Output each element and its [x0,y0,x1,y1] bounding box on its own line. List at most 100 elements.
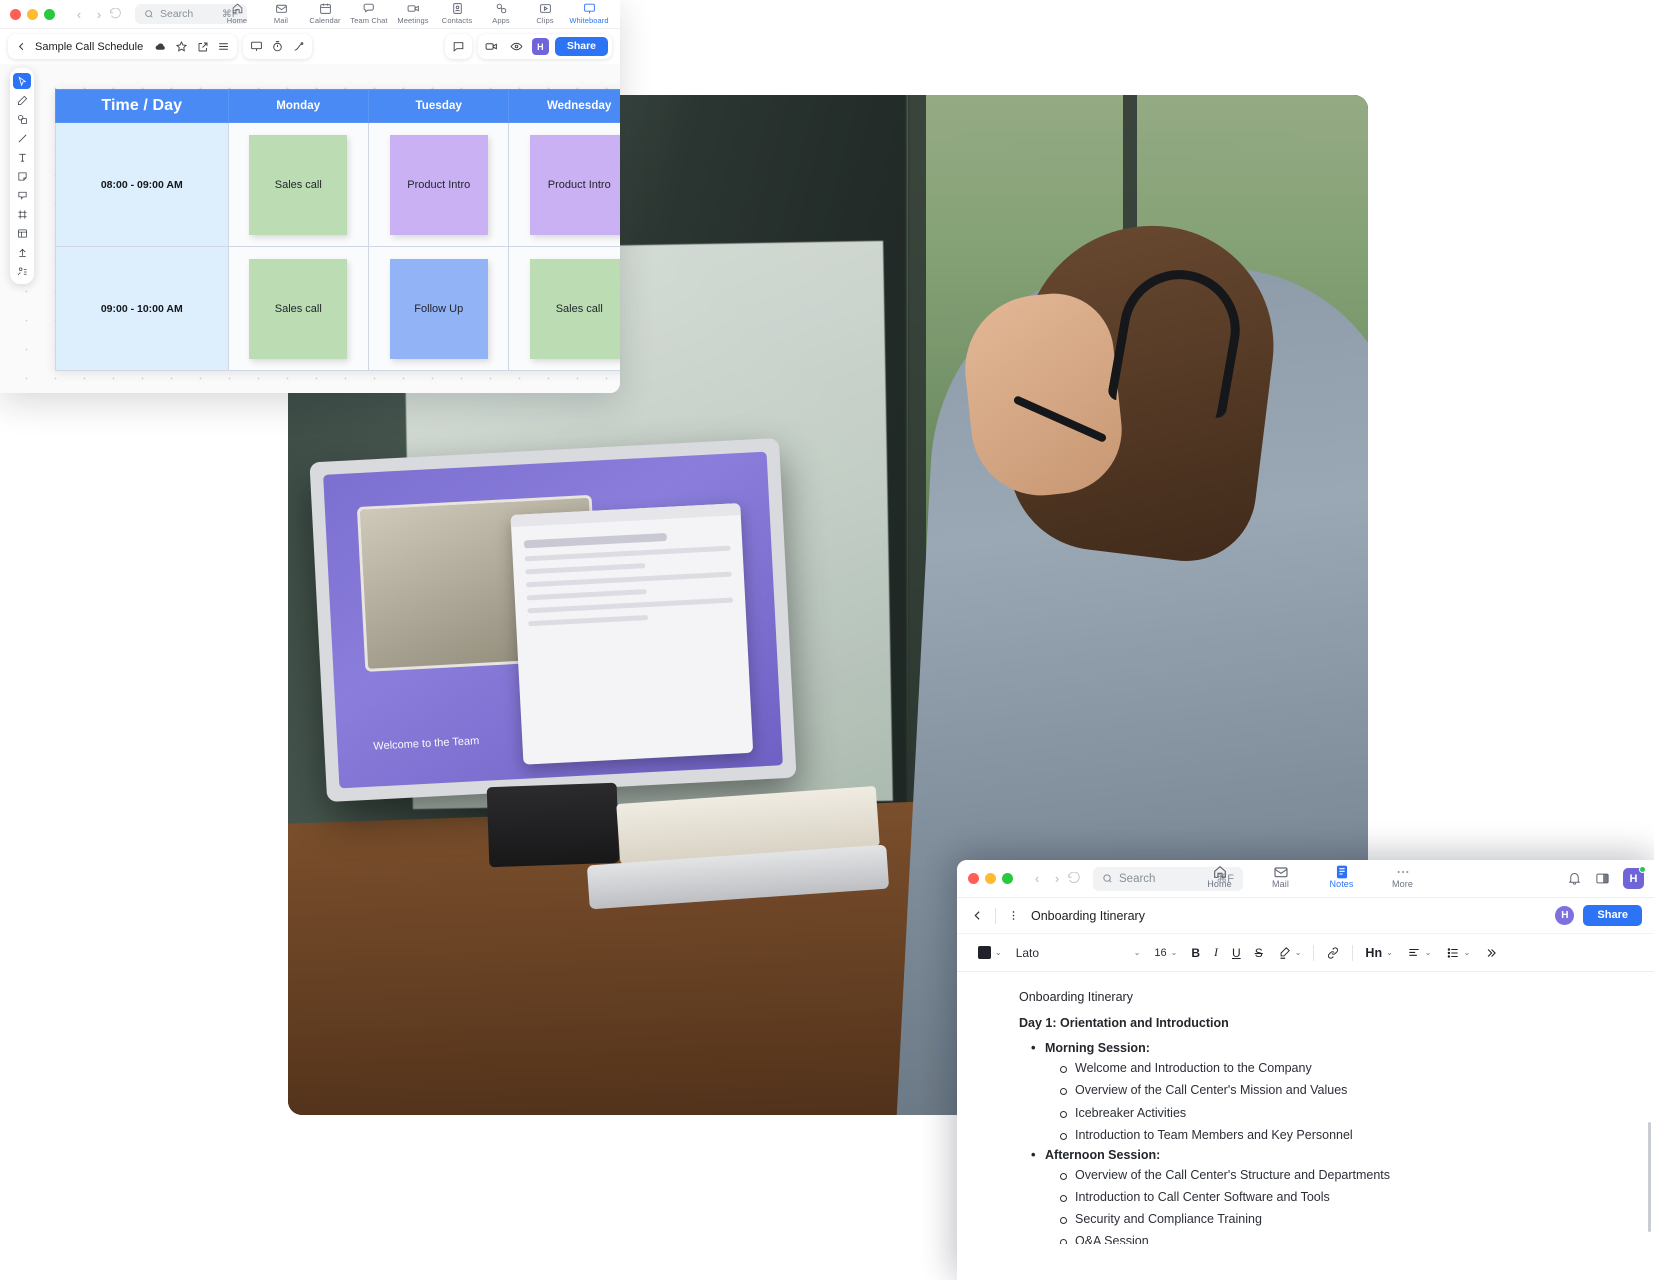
line-tool[interactable] [13,130,31,146]
font-size-select[interactable]: 16 ⌄ [1147,947,1184,959]
time-slot-label: 09:00 - 10:00 AM [55,246,229,371]
nav-tab-team-chat[interactable]: Team Chat [347,0,391,25]
schedule-cell[interactable]: Product Intro [368,122,510,247]
notes-forward-nav-button[interactable]: › [1047,871,1067,886]
align-button[interactable]: ⌄ [1400,946,1439,960]
schedule-cell[interactable]: Sales call [508,246,620,371]
align-left-icon [1407,946,1421,960]
cloud-save-icon[interactable] [151,37,170,56]
close-window-button[interactable] [968,873,979,884]
schedule-cell[interactable]: Sales call [227,122,370,247]
shapes-tool[interactable] [13,111,31,127]
nav-tab-calendar[interactable]: Calendar [303,0,347,25]
sticky-note-tool[interactable] [13,168,31,184]
notes-format-toolbar: ⌄ Lato ⌄ 16 ⌄ B I U S ⌄ Hn ⌄ ⌄ ⌄ [957,934,1654,972]
share-button[interactable]: Share [554,37,608,56]
follow-eye-icon[interactable] [507,37,526,56]
list-item: Afternoon Session: [1031,1147,1630,1162]
italic-button[interactable]: I [1207,945,1225,960]
sticky-note[interactable]: Product Intro [389,134,488,235]
whiteboard-titlebar: ‹ › Search ⌘F Home Mail Calendar Team Ch… [0,0,620,29]
nav-tab-contacts[interactable]: Contacts [435,0,479,25]
heading-select[interactable]: Hn ⌄ [1358,946,1399,960]
avatar[interactable]: H [1555,906,1575,925]
forward-nav-button[interactable]: › [89,7,109,22]
nav-tab-notes[interactable]: Notes [1311,860,1372,898]
laser-pointer-icon[interactable] [289,37,308,56]
nav-tab-mail[interactable]: Mail [259,0,303,25]
share-button[interactable]: Share [1583,905,1642,926]
whiteboard-canvas[interactable]: Time / Day Monday Tuesday Wednesday 08:0… [0,64,620,393]
kebab-menu-icon[interactable] [1007,909,1020,922]
upload-tool[interactable] [13,244,31,260]
sticky-note[interactable]: Sales call [249,134,348,235]
whiteboard-doc-name[interactable]: Sample Call Schedule [33,41,149,53]
underline-button[interactable]: U [1225,946,1248,960]
list-item: Introduction to Call Center Software and… [1060,1188,1630,1206]
nav-tab-clips[interactable]: Clips [523,0,567,25]
sticky-note[interactable]: Sales call [530,258,620,359]
highlighter-button[interactable]: ⌄ [1270,946,1309,960]
side-panel-icon[interactable] [1595,871,1610,886]
video-camera-icon[interactable] [482,37,501,56]
schedule-cell[interactable]: Sales call [227,246,370,371]
select-tool[interactable] [13,73,31,89]
nav-tab-home[interactable]: Home [215,0,259,25]
nav-tab-meetings[interactable]: Meetings [391,0,435,25]
avatar[interactable]: H [531,38,549,55]
scrollbar[interactable] [1648,1122,1651,1232]
nav-tab-more[interactable]: More [1372,860,1433,898]
template-tool[interactable] [13,225,31,241]
notes-traffic-lights[interactable] [968,873,1013,884]
schedule-cell[interactable]: Follow Up [368,246,510,371]
timer-icon[interactable] [268,37,287,56]
export-icon[interactable] [193,37,212,56]
call-schedule-table[interactable]: Time / Day Monday Tuesday Wednesday 08:0… [55,89,620,371]
overflow-button[interactable] [1477,946,1505,960]
sticky-note[interactable]: Follow Up [389,258,488,359]
comment-icon[interactable] [449,37,468,56]
minimize-window-button[interactable] [985,873,996,884]
chevron-left-icon[interactable] [12,37,31,56]
sticky-note[interactable]: Sales call [249,258,348,359]
notes-back-nav-button[interactable]: ‹ [1027,871,1047,886]
nav-tab-apps[interactable]: Apps [479,0,523,25]
pen-tool[interactable] [13,92,31,108]
nav-tab-whiteboard[interactable]: Whiteboard [567,0,611,25]
bell-icon[interactable] [1567,871,1582,886]
avatar[interactable]: H [1623,866,1646,889]
list-button[interactable]: ⌄ [1439,946,1478,960]
notes-document-title[interactable]: Onboarding Itinerary [1031,909,1145,923]
close-window-button[interactable] [10,8,21,20]
maximize-window-button[interactable] [44,8,55,20]
back-nav-button[interactable]: ‹ [69,7,89,22]
highlighter-icon [1277,946,1291,960]
hamburger-menu-icon[interactable] [214,37,233,56]
table-header-tuesday: Tuesday [368,89,510,123]
frame-tool[interactable] [13,206,31,222]
link-button[interactable] [1319,946,1347,960]
schedule-cell[interactable]: Product Intro [508,122,620,247]
strikethrough-button[interactable]: S [1248,946,1270,960]
nav-tab-label: Mail [1272,879,1289,889]
nav-tab-home[interactable]: Home [1189,860,1250,898]
comment-bubble-icon[interactable] [13,187,31,203]
font-family-select[interactable]: Lato ⌄ [1009,946,1148,960]
text-color-picker[interactable]: ⌄ [971,946,1009,959]
bold-button[interactable]: B [1184,946,1207,960]
minimize-window-button[interactable] [27,8,38,20]
doc-toolbar-right-group: H Share [444,34,612,59]
nav-tab-mail[interactable]: Mail [1250,860,1311,898]
star-icon[interactable] [172,37,191,56]
present-icon[interactable] [247,37,266,56]
text-tool[interactable] [13,149,31,165]
more-tools-icon[interactable] [13,263,31,279]
chevron-left-icon[interactable] [971,909,984,922]
ellipsis-icon [1395,865,1411,878]
maximize-window-button[interactable] [1002,873,1013,884]
history-icon[interactable] [1067,871,1087,886]
sticky-note[interactable]: Product Intro [530,134,620,235]
history-icon[interactable] [109,7,129,21]
window-traffic-lights[interactable] [10,8,55,20]
notes-document-body[interactable]: Onboarding Itinerary Day 1: Orientation … [957,972,1654,1244]
